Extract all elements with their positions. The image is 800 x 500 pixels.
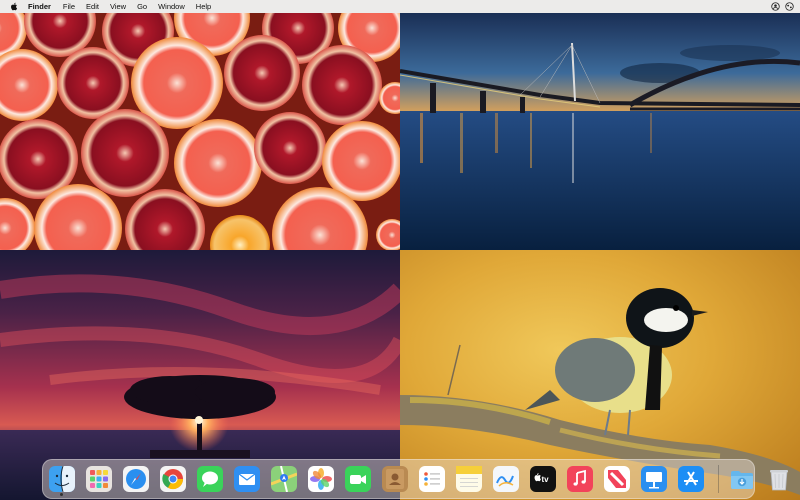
menu-help[interactable]: Help xyxy=(196,0,211,13)
menu-view[interactable]: View xyxy=(110,0,126,13)
running-indicator xyxy=(60,493,63,496)
dock-chrome[interactable] xyxy=(160,466,186,492)
dock-safari[interactable] xyxy=(123,466,149,492)
menu-bar: Finder File Edit View Go Window Help xyxy=(0,0,800,13)
dock-keynote[interactable] xyxy=(641,466,667,492)
menu-edit[interactable]: Edit xyxy=(86,0,99,13)
dock-notes[interactable] xyxy=(456,466,482,492)
dock-app-store[interactable] xyxy=(678,466,704,492)
apple-icon[interactable] xyxy=(10,2,19,11)
photos-icon xyxy=(308,466,334,492)
dock-launchpad[interactable] xyxy=(86,466,112,492)
grapefruit-pomegranate-photo xyxy=(0,13,400,250)
dock-messages[interactable] xyxy=(197,466,223,492)
reminders-icon xyxy=(419,466,445,492)
downloads-folder-icon xyxy=(731,471,753,489)
freeform-icon xyxy=(493,466,519,492)
dock-reminders[interactable] xyxy=(419,466,445,492)
mail-icon xyxy=(234,466,260,492)
music-icon xyxy=(567,466,593,492)
menu-go[interactable]: Go xyxy=(137,0,147,13)
menu-window[interactable]: Window xyxy=(158,0,185,13)
menu-file[interactable]: File xyxy=(63,0,75,13)
dock-finder[interactable] xyxy=(49,466,75,496)
dock-maps[interactable] xyxy=(271,466,297,492)
dock-downloads[interactable] xyxy=(729,466,755,492)
dock-separator xyxy=(718,465,719,493)
dock-news[interactable] xyxy=(604,466,630,492)
news-icon xyxy=(604,466,630,492)
notes-icon xyxy=(456,466,482,492)
tv-label: tv xyxy=(542,475,550,484)
maps-icon xyxy=(271,466,297,492)
menu-finder[interactable]: Finder xyxy=(28,0,51,13)
user-circle-icon[interactable] xyxy=(771,2,780,11)
trash-icon xyxy=(770,470,788,491)
bridge-at-dusk-photo xyxy=(400,13,800,250)
dock-photos[interactable] xyxy=(308,466,334,492)
safari-icon xyxy=(123,466,149,492)
keynote-icon xyxy=(641,466,667,492)
app-store-icon xyxy=(678,466,704,492)
dock-tv[interactable]: tv xyxy=(530,466,556,492)
dock-mail[interactable] xyxy=(234,466,260,492)
dock-contacts[interactable] xyxy=(382,466,408,492)
dock-music[interactable] xyxy=(567,466,593,492)
contacts-icon xyxy=(382,466,408,492)
chrome-icon xyxy=(160,466,186,492)
dock-freeform[interactable] xyxy=(493,466,519,492)
messages-icon xyxy=(197,466,223,492)
finder-icon xyxy=(49,466,75,492)
dock: tv xyxy=(42,459,788,499)
launchpad-icon xyxy=(86,466,112,492)
tv-icon: tv xyxy=(530,466,556,492)
control-center-icon[interactable] xyxy=(785,2,794,11)
dock-facetime[interactable] xyxy=(345,466,371,492)
facetime-icon xyxy=(345,466,371,492)
dock-trash[interactable] xyxy=(766,466,792,492)
